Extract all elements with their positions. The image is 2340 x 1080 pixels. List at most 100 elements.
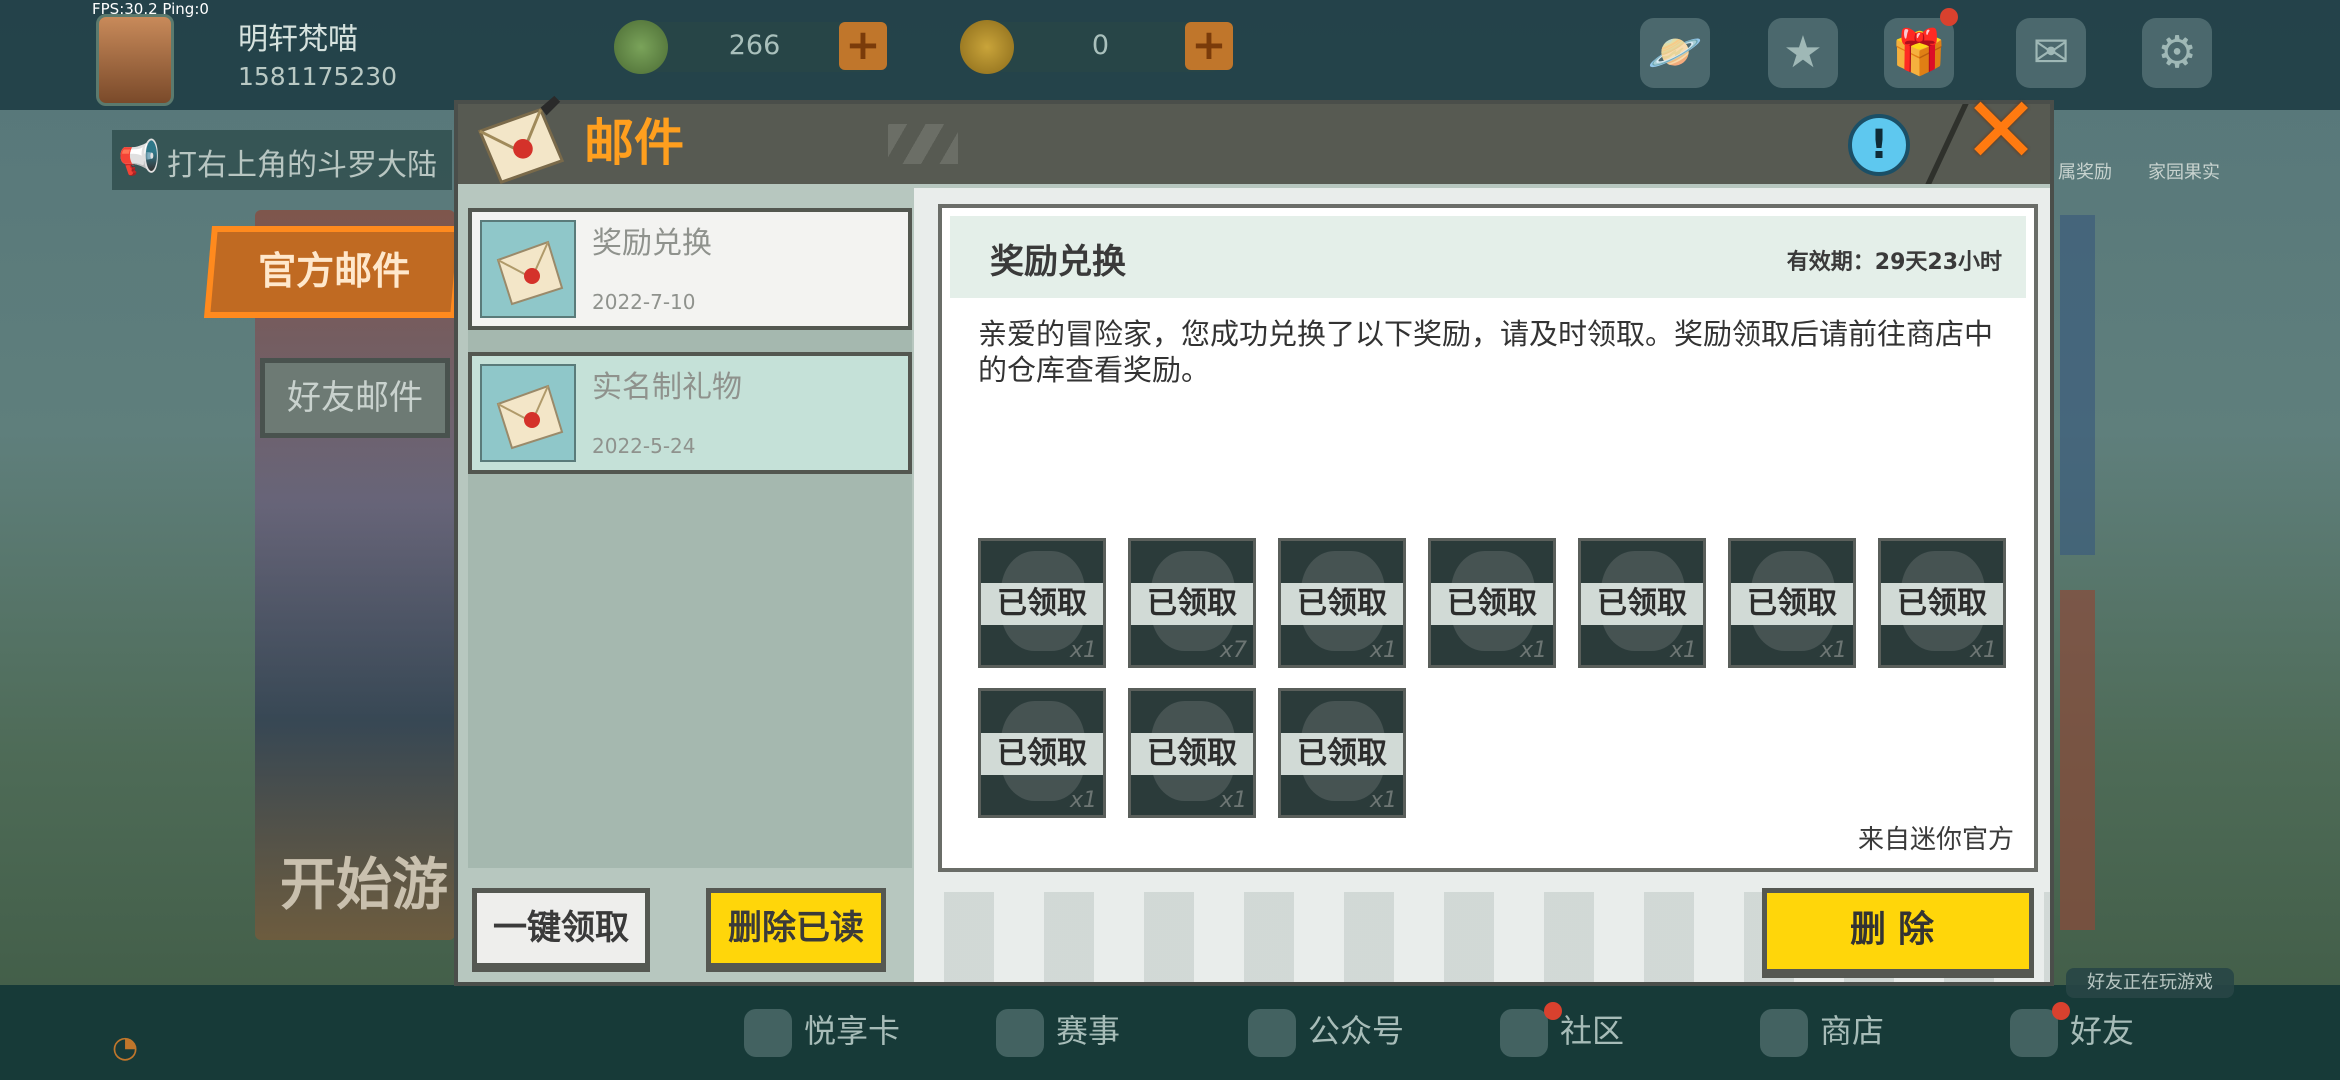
claimed-label: 已领取 [1131,733,1253,775]
reward-quantity: x1 [1369,638,1397,663]
nav-shop[interactable]: 商店 [1760,1006,1884,1057]
add-gems-button[interactable]: + [839,22,887,70]
reward-item[interactable]: 已领取 x1 [1278,688,1406,818]
tab-official-mail[interactable]: 官方邮件 [203,226,465,318]
start-game-text[interactable]: 开始游 [280,840,448,921]
megaphone-icon: 📢 [118,138,161,178]
delete-read-button[interactable]: 删除已读 [706,888,886,972]
star-icon[interactable]: ★ [1768,18,1838,88]
gem-counter: 266 + [614,20,887,74]
nav-community[interactable]: 社区 [1500,1006,1624,1057]
reward-item[interactable]: 已领取 x1 [1878,538,2006,668]
cart-icon [1760,1009,1808,1057]
gem-amount: 266 [728,30,781,61]
mail-title: 奖励兑换 [592,226,712,261]
validity-text: 有效期：29天23小时 [1786,250,2002,275]
mail-date: 2022-7-10 [592,290,696,314]
mail-dialog: 邮件 ! ✕ 奖励兑换 2022-7-10 实名制礼物 2022-5-24 一键… [454,85,2054,986]
coin-amount: 0 [1091,30,1110,61]
claim-all-button[interactable]: 一键领取 [472,888,650,972]
gift-notification-dot [1940,8,1958,26]
claimed-label: 已领取 [1131,583,1253,625]
right-banner-bottom [2060,590,2095,930]
pig-icon [744,1009,792,1057]
detail-header: 奖励兑换 有效期：29天23小时 [950,216,2026,298]
envelope-icon [477,95,565,185]
claimed-label: 已领取 [1731,583,1853,625]
friends-notification-dot [2052,1002,2070,1020]
mail-title: 实名制礼物 [592,370,742,405]
tab-friend-mail[interactable]: 好友邮件 [260,358,450,438]
reward-item[interactable]: 已领取 x7 [1128,538,1256,668]
username: 明轩梵喵 [238,22,358,57]
user-id: 1581175230 [238,62,398,91]
claimed-label: 已领取 [981,733,1103,775]
sender-text: 来自迷你官方 [1857,825,2014,855]
planet-icon[interactable]: 🪐 [1640,18,1710,88]
reward-quantity: x1 [1819,638,1847,663]
dialog-title: 邮件 [584,114,684,172]
reward-quantity: x1 [1069,638,1097,663]
gear-icon[interactable]: ⚙ [2142,18,2212,88]
star-badge-icon [1248,1009,1296,1057]
avatar[interactable] [96,14,174,106]
mail-detail-card: 奖励兑换 有效期：29天23小时 亲爱的冒险家，您成功兑换了以下奖励，请及时领取… [938,204,2038,872]
notice-text: 打右上角的斗罗大陆 [167,148,437,183]
envelope-icon [496,384,564,450]
gem-icon [614,20,668,74]
reward-quantity: x1 [1969,638,1997,663]
mail-item-reward-exchange[interactable]: 奖励兑换 2022-7-10 [468,208,912,330]
reward-item[interactable]: 已领取 x1 [1728,538,1856,668]
claimed-label: 已领取 [1581,583,1703,625]
friend-playing-badge[interactable]: 好友正在玩游戏 [2066,968,2234,998]
reward-quantity: x1 [1069,788,1097,813]
claimed-label: 已领取 [1881,583,2003,625]
reward-label[interactable]: 属奖励 [2058,158,2112,184]
claimed-label: 已领取 [1281,733,1403,775]
mail-thumb [480,220,576,318]
signal-icon: ◔ [112,1030,139,1065]
trophy-icon [996,1009,1044,1057]
home-fruit-label[interactable]: 家园果实 [2148,158,2220,184]
reward-quantity: x1 [1669,638,1697,663]
dialog-header: 邮件 ! ✕ [458,85,2050,185]
mail-thumb [480,364,576,462]
mail-list[interactable]: 奖励兑换 2022-7-10 实名制礼物 2022-5-24 [468,208,912,868]
character-card [255,210,455,940]
envelope-icon [496,240,564,306]
coin-counter: 0 + [960,20,1233,74]
claimed-label: 已领取 [981,583,1103,625]
reward-quantity: x7 [1219,638,1247,663]
reward-quantity: x1 [1519,638,1547,663]
nav-vip-card[interactable]: 悦享卡 [744,1006,900,1057]
community-notification-dot [1544,1002,1562,1020]
mail-body-text: 亲爱的冒险家，您成功兑换了以下奖励，请及时领取。奖励领取后请前往商店中的仓库查看… [978,317,1994,387]
delete-button[interactable]: 删除 [1762,888,2034,978]
coin-icon [960,20,1014,74]
friend-pig-icon [2010,1009,2058,1057]
header-stripes [888,124,958,164]
nav-friends[interactable]: 好友 [2010,1006,2134,1057]
nav-events[interactable]: 赛事 [996,1006,1120,1057]
reward-item[interactable]: 已领取 x1 [1428,538,1556,668]
reward-item[interactable]: 已领取 x1 [1578,538,1706,668]
reward-item[interactable]: 已领取 x1 [978,688,1106,818]
detail-title: 奖励兑换 [990,242,1126,282]
info-button[interactable]: ! [1848,114,1910,176]
astronaut-icon [1500,1009,1548,1057]
mail-date: 2022-5-24 [592,434,696,458]
reward-item[interactable]: 已领取 x1 [1278,538,1406,668]
gift-icon[interactable]: 🎁 [1884,18,1954,88]
mail-item-realname-gift[interactable]: 实名制礼物 2022-5-24 [468,352,912,474]
add-coins-button[interactable]: + [1185,22,1233,70]
claimed-label: 已领取 [1431,583,1553,625]
notice-marquee: 📢 打右上角的斗罗大陆 [112,130,452,190]
close-button[interactable]: ✕ [1962,85,2040,177]
reward-item[interactable]: 已领取 x1 [978,538,1106,668]
bottom-nav-bar [0,985,2340,1080]
claimed-label: 已领取 [1281,583,1403,625]
reward-quantity: x1 [1219,788,1247,813]
nav-official-account[interactable]: 公众号 [1248,1006,1404,1057]
reward-item[interactable]: 已领取 x1 [1128,688,1256,818]
reward-quantity: x1 [1369,788,1397,813]
